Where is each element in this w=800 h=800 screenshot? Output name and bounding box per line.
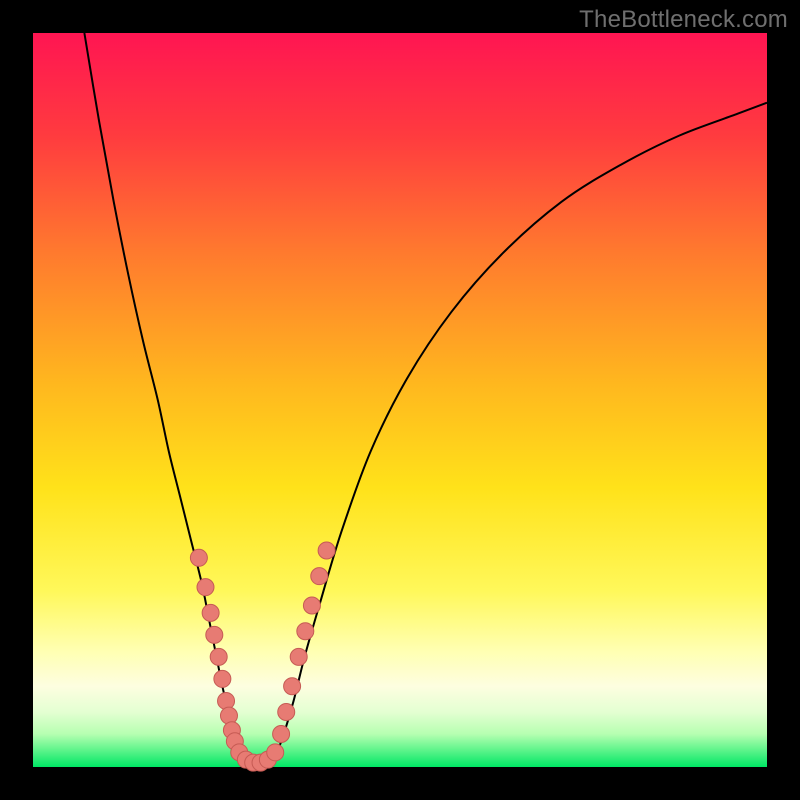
highlight-dot — [297, 623, 314, 640]
highlight-dot — [303, 597, 320, 614]
highlight-dot — [267, 744, 284, 761]
chart-svg — [33, 33, 767, 767]
highlight-dot — [290, 648, 307, 665]
highlight-dot — [318, 542, 335, 559]
highlight-dot — [311, 568, 328, 585]
highlight-dot — [214, 670, 231, 687]
highlight-dot — [206, 626, 223, 643]
highlight-dot — [284, 678, 301, 695]
dots-group — [190, 542, 335, 771]
highlight-dot — [273, 725, 290, 742]
curve-left-branch — [84, 33, 240, 756]
curve-group — [84, 33, 767, 764]
chart-frame: TheBottleneck.com — [0, 0, 800, 800]
curve-right-branch — [275, 103, 767, 756]
highlight-dot — [210, 648, 227, 665]
highlight-dot — [218, 692, 235, 709]
highlight-dot — [202, 604, 219, 621]
watermark-text: TheBottleneck.com — [579, 6, 788, 34]
highlight-dot — [278, 703, 295, 720]
highlight-dot — [197, 579, 214, 596]
highlight-dot — [190, 549, 207, 566]
highlight-dot — [220, 707, 237, 724]
